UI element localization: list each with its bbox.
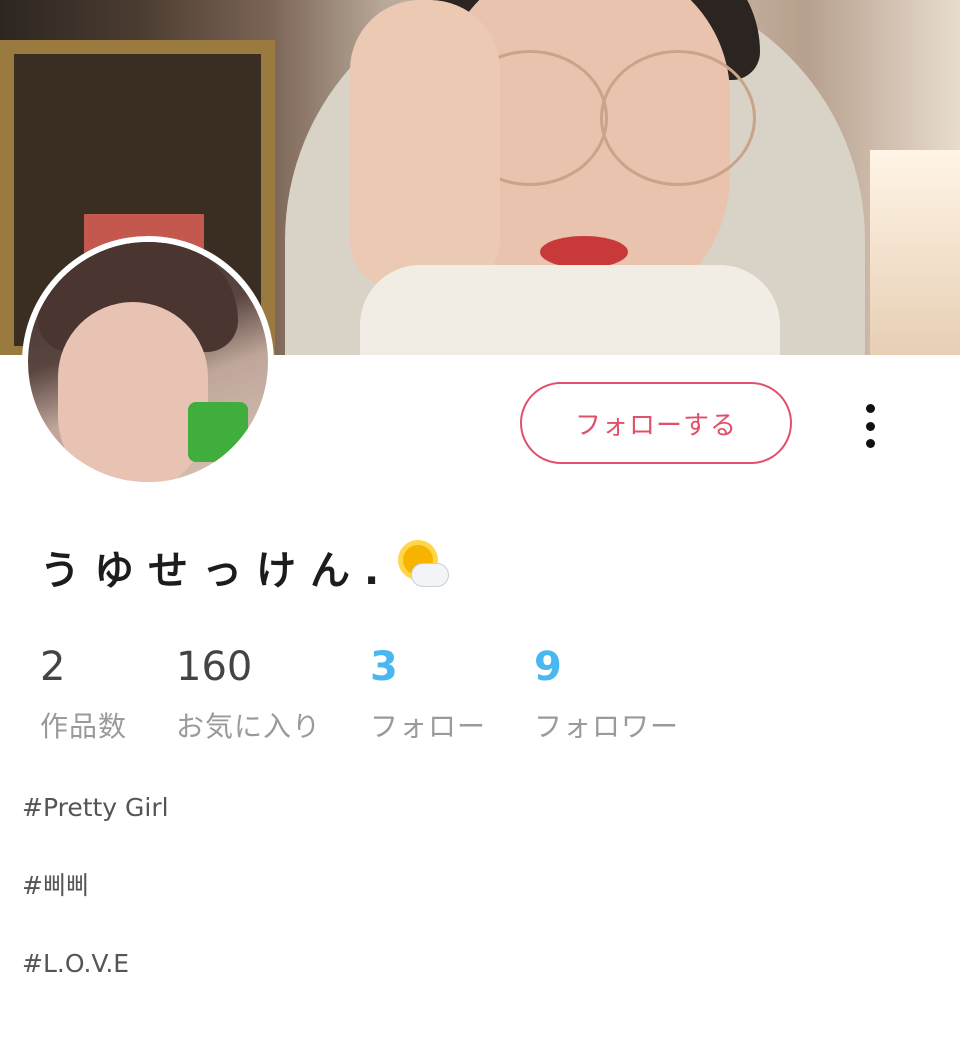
cover-lips: [540, 236, 628, 268]
sun-behind-cloud-icon: [397, 541, 450, 593]
stat-works-count: 2: [40, 644, 66, 690]
tag-item[interactable]: #삐삐: [22, 868, 169, 946]
profile-stats: 2 作品数 160 お気に入り 3 フォロー 9 フォロワー: [40, 643, 723, 745]
cover-hand: [350, 0, 500, 290]
stat-works-label: 作品数: [40, 710, 128, 743]
follow-button[interactable]: フォローする: [520, 382, 792, 464]
stat-favorites[interactable]: 160 お気に入り: [176, 643, 326, 745]
stat-works[interactable]: 2 作品数: [40, 643, 132, 745]
stat-following-count: 3: [370, 644, 398, 690]
tag-item[interactable]: #L.O.V.E: [22, 946, 169, 1024]
stat-following[interactable]: 3 フォロー: [370, 643, 490, 745]
avatar[interactable]: [22, 236, 274, 488]
profile-name: うゆせっけん.: [40, 538, 450, 596]
profile-tags: #Pretty Girl #삐삐 #L.O.V.E: [22, 790, 169, 1024]
tag-item[interactable]: #Pretty Girl: [22, 790, 169, 868]
cover-sweater: [360, 265, 780, 355]
stat-favorites-label: お気に入り: [176, 710, 322, 743]
avatar-image: [28, 242, 268, 482]
stat-followers-count: 9: [534, 644, 562, 690]
stat-followers[interactable]: 9 フォロワー: [534, 643, 679, 745]
stat-following-label: フォロー: [370, 710, 487, 743]
cover-glasses-right: [600, 50, 756, 186]
more-options-icon[interactable]: [850, 400, 890, 452]
stat-favorites-count: 160: [176, 644, 253, 690]
profile-name-text: うゆせっけん.: [40, 548, 394, 594]
cover-window: [870, 150, 960, 355]
stat-followers-label: フォロワー: [534, 710, 680, 743]
